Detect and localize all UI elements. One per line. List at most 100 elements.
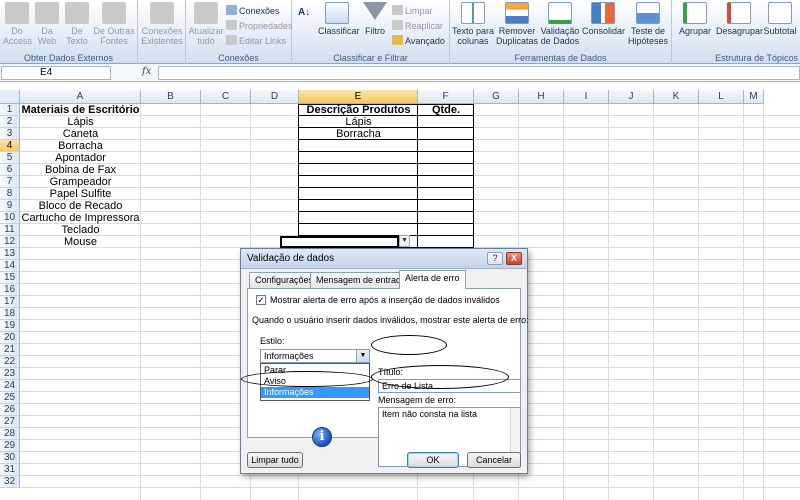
row-header-1[interactable]: 1 (0, 104, 20, 116)
style-select[interactable]: Informações ▼ (260, 349, 370, 363)
row-header-11[interactable]: 11 (0, 224, 20, 236)
row-header-7[interactable]: 7 (0, 176, 20, 188)
consolidate-button[interactable]: Consolidar (582, 2, 625, 36)
cell-a8[interactable]: Papel Sulfite (20, 188, 141, 200)
cell-a10[interactable]: Cartucho de Impressora (20, 212, 141, 224)
advanced-filter-button[interactable]: Avançado (392, 35, 445, 48)
from-access-button[interactable]: Do Access (3, 2, 32, 46)
column-header-d[interactable]: D (251, 90, 299, 104)
cell-a5[interactable]: Apontador (20, 152, 141, 164)
row-header-8[interactable]: 8 (0, 188, 20, 200)
data-validation-button[interactable]: Validação de Dados (540, 2, 580, 46)
edit-links-button[interactable]: Editar Links (226, 35, 286, 48)
clear-filter-button[interactable]: Limpar (392, 5, 433, 18)
row-header-31[interactable]: 31 (0, 464, 20, 476)
cancel-button[interactable]: Cancelar (467, 452, 521, 468)
column-header-h[interactable]: H (519, 90, 564, 104)
cell-a6[interactable]: Bobina de Fax (20, 164, 141, 176)
from-text-button[interactable]: De Texto (63, 2, 91, 46)
row-header-18[interactable]: 18 (0, 308, 20, 320)
select-all-corner[interactable] (0, 90, 20, 104)
row-header-3[interactable]: 3 (0, 128, 20, 140)
column-header-b[interactable]: B (141, 90, 201, 104)
cell-a12[interactable]: Mouse (20, 236, 141, 248)
refresh-all-button[interactable]: Atualizar tudo (188, 2, 224, 46)
what-if-analysis-button[interactable]: Teste de Hipóteses (626, 2, 670, 46)
row-header-29[interactable]: 29 (0, 440, 20, 452)
column-header-i[interactable]: I (564, 90, 609, 104)
existing-connections-button[interactable]: Conexões Existentes (140, 2, 184, 46)
ok-button[interactable]: OK (407, 452, 459, 468)
row-header-15[interactable]: 15 (0, 272, 20, 284)
cell-dropdown-arrow-icon[interactable]: ▼ (399, 235, 410, 247)
tab-input-message[interactable]: Mensagem de entrada (310, 272, 413, 288)
filter-button[interactable]: Filtro (360, 2, 390, 36)
tab-settings[interactable]: Configurações (249, 272, 320, 288)
sort-az-button[interactable]: A↓ (298, 6, 310, 19)
style-option-information[interactable]: Informações (261, 387, 369, 398)
from-other-sources-button[interactable]: De Outras Fontes (93, 2, 135, 46)
row-header-22[interactable]: 22 (0, 356, 20, 368)
help-button[interactable]: ? (487, 252, 503, 265)
row-header-12[interactable]: 12 (0, 236, 20, 248)
text-to-columns-button[interactable]: Texto para colunas (452, 2, 494, 46)
row-header-10[interactable]: 10 (0, 212, 20, 224)
row-header-21[interactable]: 21 (0, 344, 20, 356)
show-error-alert-checkbox[interactable]: ✓ (256, 295, 266, 305)
row-header-30[interactable]: 30 (0, 452, 20, 464)
row-header-6[interactable]: 6 (0, 164, 20, 176)
cell-a2[interactable]: Lápis (20, 116, 141, 128)
row-header-19[interactable]: 19 (0, 320, 20, 332)
cell-a4[interactable]: Borracha (20, 140, 141, 152)
row-header-17[interactable]: 17 (0, 296, 20, 308)
cell-a3[interactable]: Caneta (20, 128, 141, 140)
reapply-button[interactable]: Reaplicar (392, 20, 443, 33)
title-input[interactable]: Erro de Lista (378, 379, 521, 393)
row-header-28[interactable]: 28 (0, 428, 20, 440)
style-option-stop[interactable]: Parar (261, 365, 369, 376)
column-header-k[interactable]: K (654, 90, 699, 104)
row-header-5[interactable]: 5 (0, 152, 20, 164)
cell-a1[interactable]: Materiais de Escritório (20, 104, 141, 116)
name-box[interactable]: E4 (1, 66, 111, 80)
sort-button[interactable]: Classificar (318, 2, 360, 36)
column-header-a[interactable]: A (20, 90, 141, 104)
chevron-down-icon[interactable]: ▼ (356, 350, 369, 362)
row-header-27[interactable]: 27 (0, 416, 20, 428)
column-header-m[interactable]: M (744, 90, 764, 104)
column-header-j[interactable]: J (609, 90, 654, 104)
connections-button[interactable]: Conexões (226, 5, 280, 18)
row-header-2[interactable]: 2 (0, 116, 20, 128)
row-header-24[interactable]: 24 (0, 380, 20, 392)
group-button[interactable]: Agrupar (676, 2, 714, 36)
column-header-g[interactable]: G (474, 90, 519, 104)
cell-a7[interactable]: Grampeador (20, 176, 141, 188)
cell-a9[interactable]: Bloco de Recado (20, 200, 141, 212)
row-header-20[interactable]: 20 (0, 332, 20, 344)
row-header-13[interactable]: 13 (0, 248, 20, 260)
close-button[interactable]: X (506, 252, 522, 265)
column-header-f[interactable]: F (418, 90, 474, 104)
column-header-c[interactable]: C (201, 90, 251, 104)
row-header-16[interactable]: 16 (0, 284, 20, 296)
active-cell-e4[interactable] (280, 236, 399, 248)
clear-all-button[interactable]: Limpar tudo (247, 452, 303, 468)
row-header-25[interactable]: 25 (0, 392, 20, 404)
ungroup-button[interactable]: Desagrupar (716, 2, 763, 36)
formula-input[interactable] (158, 66, 800, 80)
remove-duplicates-button[interactable]: Remover Duplicatas (496, 2, 538, 46)
from-web-button[interactable]: Da Web (33, 2, 61, 46)
properties-button[interactable]: Propriedades (226, 20, 293, 33)
insert-function-icon[interactable]: fx (142, 66, 151, 77)
column-header-l[interactable]: L (699, 90, 744, 104)
row-header-9[interactable]: 9 (0, 200, 20, 212)
subtotal-button[interactable]: Subtotal (762, 2, 798, 36)
row-header-26[interactable]: 26 (0, 404, 20, 416)
column-header-e[interactable]: E (299, 90, 418, 104)
cell-a11[interactable]: Teclado (20, 224, 141, 236)
tab-error-alert[interactable]: Alerta de erro (399, 270, 466, 289)
style-option-warning[interactable]: Aviso (261, 376, 369, 387)
row-header-4[interactable]: 4 (0, 140, 20, 152)
row-header-32[interactable]: 32 (0, 476, 20, 488)
row-header-23[interactable]: 23 (0, 368, 20, 380)
